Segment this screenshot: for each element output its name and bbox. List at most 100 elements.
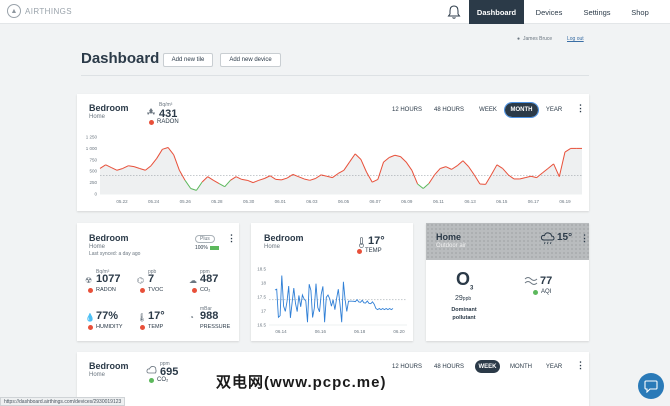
outdoor-subtitle: Outdoor air (436, 243, 467, 249)
metric-item: 🌡 17° TEMP (137, 306, 187, 340)
x-tick-label: 06.13 (464, 199, 476, 204)
logout-link[interactable]: Log out (567, 36, 584, 42)
tile-menu-icon[interactable]: ⋮ (227, 233, 236, 244)
x-tick-label: 06.15 (496, 199, 508, 204)
tile-location: Home (89, 372, 106, 378)
notifications-bell-icon[interactable] (445, 3, 463, 21)
chat-button[interactable] (638, 373, 664, 399)
tile-room-name: Bedroom (264, 233, 304, 243)
sensor-overview-tile[interactable]: Bedroom Home Last synced: a day ago Plus… (77, 223, 239, 341)
tile-room-name: Home (436, 232, 462, 242)
pollutant-letter: O (456, 269, 471, 289)
user-icon: ● (517, 36, 521, 42)
tile-room-name: Bedroom (89, 103, 129, 113)
status-dot (357, 248, 362, 254)
nav-settings[interactable]: Settings (577, 0, 617, 24)
x-tick-label: 05.24 (148, 199, 160, 204)
x-tick-label: 05.22 (116, 199, 128, 204)
battery-percent: 100% (195, 245, 208, 251)
chat-icon (644, 379, 658, 393)
x-tick-label: 06.17 (528, 199, 540, 204)
battery-status: 100% (195, 245, 219, 251)
metric-item: ☁ ppm 487 CO₂ (189, 269, 239, 303)
range-year[interactable]: YEAR (544, 104, 564, 116)
metric-value: 1077 (96, 273, 121, 285)
tile-menu-icon[interactable]: ⋮ (580, 233, 589, 244)
metric-label: TVOC (140, 287, 163, 293)
y-tick-label: 17 (261, 309, 267, 314)
temperature-chart-tile[interactable]: Bedroom Home 17° TEMP 16.5 17 17.5 18 18.5 06… (251, 223, 413, 341)
range-48-hours[interactable]: 48 HOURS (433, 361, 465, 373)
tile-room-name: Bedroom (89, 361, 129, 371)
metric-label: TEMP (140, 324, 163, 330)
tile-menu-icon[interactable]: ⋮ (576, 360, 585, 371)
sensor-name: CO₂ (157, 377, 169, 383)
pollutant-subscript: 3 (470, 285, 474, 292)
sensor-name: TEMP (365, 248, 382, 254)
y-tick-label: 17.5 (257, 295, 266, 300)
range-month[interactable]: MONTH (507, 361, 535, 373)
pressure-icon: ◔ (189, 313, 194, 322)
sensor-name: RADON (157, 119, 179, 125)
sensor-name: HUMIDITY (96, 324, 123, 330)
metric-item: 💧 77% HUMIDITY (85, 306, 135, 340)
add-device-button[interactable]: Add new device (220, 53, 281, 67)
area-fill (100, 147, 582, 194)
tile-location: Home (89, 114, 106, 120)
y-tick-label: 750 (89, 157, 97, 162)
pollutant-value: 29 (455, 295, 463, 302)
nav-devices[interactable]: Devices (530, 0, 568, 24)
thermometer-icon (359, 237, 364, 248)
outdoor-temp: 15° (557, 232, 573, 243)
range-week[interactable]: WEEK (477, 104, 499, 116)
tile-menu-icon[interactable]: ⋮ (576, 103, 585, 114)
radon-chart-tile[interactable]: Bedroom Home Bq/m³ 431 RADON 12 HOURS 48… (77, 94, 589, 211)
add-tile-button[interactable]: Add new tile (163, 53, 213, 67)
nav-shop[interactable]: Shop (624, 0, 656, 24)
temp-value: 17° (368, 235, 385, 247)
tile-location: Home (89, 244, 106, 250)
x-tick-label: 06.01 (275, 199, 287, 204)
range-12-hours[interactable]: 12 HOURS (391, 104, 423, 116)
plan-badge: Plus (195, 235, 215, 243)
y-tick-label: 16.5 (257, 323, 266, 328)
x-tick-label: 06.14 (275, 329, 287, 334)
airthings-logo[interactable]: ▲ AIRTHINGS (7, 4, 72, 18)
range-week[interactable]: WEEK (475, 360, 500, 373)
x-tick-label: 06.05 (338, 199, 350, 204)
temperature-series-line (274, 275, 394, 323)
rain-cloud-icon (540, 232, 555, 245)
nav-dashboard[interactable]: Dashboard (469, 0, 524, 24)
range-month[interactable]: MONTH (504, 102, 539, 118)
tile-location: Home (264, 244, 281, 250)
metric-item: ◔ mBar 988 PRESSURE (189, 306, 239, 340)
x-tick-label: 06.19 (559, 199, 571, 204)
x-tick-label: 05.26 (180, 199, 192, 204)
x-tick-label: 06.09 (401, 199, 413, 204)
x-tick-label: 05.30 (243, 199, 255, 204)
range-48-hours[interactable]: 48 HOURS (433, 104, 465, 116)
co2-icon: ☁ (189, 276, 197, 285)
metric-item: ☢ Bq/m³ 1077 RADON (85, 269, 135, 303)
status-dot (192, 287, 197, 293)
range-12-hours[interactable]: 12 HOURS (391, 361, 423, 373)
x-tick-label: 06.18 (354, 329, 366, 334)
pollutant-reading: 29ppb (455, 295, 471, 302)
metric-label: PRESSURE (200, 324, 230, 330)
sensor-name: TEMP (148, 324, 164, 330)
y-tick-label: 250 (89, 180, 97, 185)
tvoc-icon: ⌬ (137, 276, 144, 285)
top-nav-bar: ▲ AIRTHINGS Dashboard Devices Settings S… (0, 0, 670, 24)
y-tick-label: 18 (261, 281, 267, 286)
outdoor-air-tile[interactable]: Home Outdoor air 15° ⋮ O3 29ppb Dominant… (426, 223, 589, 341)
range-year[interactable]: YEAR (544, 361, 564, 373)
sensor-name: CO₂ (200, 287, 211, 293)
metric-value: 7 (148, 273, 155, 285)
metric-value: 77% (96, 310, 119, 322)
thermometer-icon: 🌡 (137, 313, 148, 322)
dominant-pollutant-label: Dominant pollutant (451, 307, 477, 321)
x-tick-label: 06.11 (433, 199, 444, 204)
status-dot (533, 289, 538, 295)
status-dot (140, 287, 145, 293)
page-title: Dashboard (81, 50, 160, 67)
